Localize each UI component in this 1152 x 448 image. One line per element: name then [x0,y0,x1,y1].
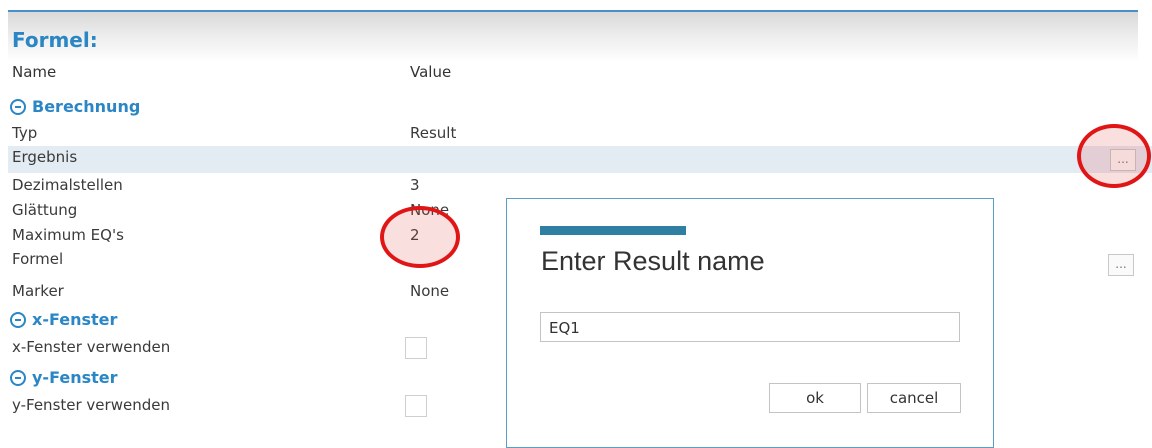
row-glaettung-label: Glättung [12,201,78,219]
section-label: Berechnung [32,97,141,116]
enter-result-name-dialog: Enter Result name EQ1 ok cancel [506,198,994,448]
dialog-accent-bar [540,226,686,235]
cancel-button[interactable]: cancel [867,383,961,413]
row-y-fenster-verwenden-label: y-Fenster verwenden [12,396,170,414]
row-x-fenster-verwenden-label: x-Fenster verwenden [12,338,171,356]
header-band [8,12,1138,62]
section-x-fenster[interactable]: x-Fenster [10,310,117,329]
y-fenster-checkbox[interactable] [405,395,427,417]
row-typ-label: Typ [12,124,38,142]
collapse-icon[interactable] [10,311,26,328]
row-formel-label: Formel [12,250,64,268]
dialog-title: Enter Result name [541,246,765,276]
section-berechnung[interactable]: Berechnung [10,97,140,116]
formel-ellipsis-button[interactable]: ... [1108,254,1134,276]
row-marker-value[interactable]: None [410,282,449,300]
collapse-icon[interactable] [10,98,26,115]
row-dezimalstellen-label: Dezimalstellen [12,176,123,194]
collapse-icon[interactable] [10,369,26,386]
row-max-eq-label: Maximum EQ's [12,226,124,244]
ok-button[interactable]: ok [769,383,861,413]
row-typ-value[interactable]: Result [410,124,456,142]
annotation-circle [1077,124,1151,188]
row-ergebnis-highlight[interactable] [8,146,1152,173]
x-fenster-checkbox[interactable] [405,337,427,359]
column-header-value: Value [410,63,452,81]
result-name-input[interactable]: EQ1 [540,312,960,342]
column-header-name: Name [12,63,57,81]
annotation-circle [380,206,460,268]
row-marker-label: Marker [12,282,64,300]
section-y-fenster[interactable]: y-Fenster [10,368,118,387]
panel-title: Formel: [12,28,98,52]
section-label: y-Fenster [32,368,118,387]
section-label: x-Fenster [32,310,118,329]
row-dezimalstellen-value[interactable]: 3 [410,176,420,194]
row-ergebnis-label: Ergebnis [12,148,78,166]
